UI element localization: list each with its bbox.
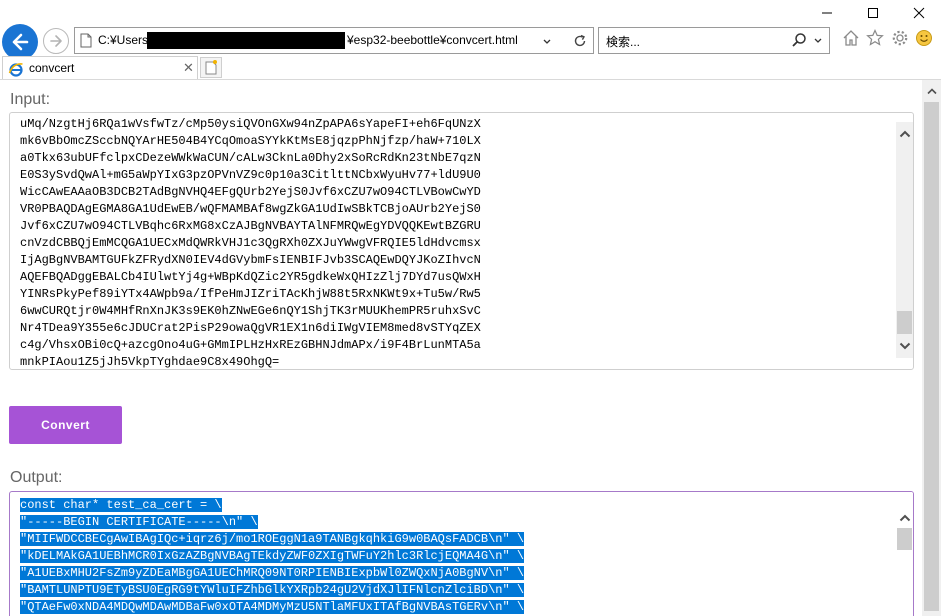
output-scrollbar[interactable] bbox=[896, 492, 913, 616]
output-textarea[interactable]: const char* test_ca_cert = \ "-----BEGIN … bbox=[9, 491, 914, 616]
scroll-up-arrow[interactable] bbox=[896, 509, 913, 526]
tab-bar: convcert ✕ bbox=[0, 56, 941, 80]
input-line: a0Tkx63ubUFfclpxCDezeWWkWaCUN/cALw3CknLa… bbox=[20, 151, 481, 165]
chevron-down-icon bbox=[899, 342, 910, 349]
settings-gear-icon[interactable] bbox=[891, 29, 909, 47]
input-line: cnVzdCBBQjEmMCQGA1UECxMdQWRkVHJ1c3QgRXh0… bbox=[20, 236, 481, 250]
input-scrollbar[interactable] bbox=[896, 122, 913, 358]
window-titlebar bbox=[0, 0, 941, 26]
chevron-down-icon bbox=[543, 39, 551, 44]
new-tab-icon bbox=[205, 60, 217, 75]
address-dropdown-button[interactable] bbox=[538, 31, 556, 51]
redacted-username bbox=[147, 32, 345, 49]
input-line: 6wwCURQtjr0W4MHfRnXnJK3s9EK0hZNwEGe6nQY1… bbox=[20, 304, 481, 318]
scroll-up-arrow[interactable] bbox=[896, 125, 913, 142]
back-arrow-icon bbox=[12, 33, 29, 51]
convert-button[interactable]: Convert bbox=[9, 406, 122, 444]
favorites-star-icon[interactable] bbox=[866, 29, 884, 47]
input-textarea[interactable]: uMq/NzgtHj6RQa1wVsfwTz/cMp50ysiQVOnGXw94… bbox=[9, 112, 914, 370]
address-bar[interactable]: C:¥Users¥ ¥esp32-beebottle¥convcert.html bbox=[74, 27, 594, 54]
address-suffix: ¥esp32-beebottle¥convcert.html bbox=[347, 33, 518, 47]
input-line: c4g/VhsxOBi0cQ+azcgOno4uG+GMmIPLHzHxREzG… bbox=[20, 338, 481, 352]
minimize-button[interactable] bbox=[804, 0, 850, 26]
input-scroll-thumb[interactable] bbox=[897, 311, 912, 334]
input-line: VR0PBAQDAgEGMA8GA1UdEwEB/wQFMAMBAf8wgZkG… bbox=[20, 202, 481, 216]
scroll-down-arrow[interactable] bbox=[896, 337, 913, 354]
output-line: "-----BEGIN CERTIFICATE-----\n" \ bbox=[20, 515, 258, 529]
page-scroll-thumb[interactable] bbox=[924, 102, 939, 611]
output-line: "BAMTLUNPTU9ETyBSU0EgRG9tYWluIFZhbGlkYXR… bbox=[20, 583, 525, 597]
input-line: Jvf6xCZU7wO94CTLVBqhc6RxMG8xCzAJBgNVBAYT… bbox=[20, 219, 481, 233]
forward-button[interactable] bbox=[43, 28, 69, 54]
input-line: Nr4TDea9Y355e6cJDUCrat2PisP29owaQgVR1EX1… bbox=[20, 321, 481, 335]
navigation-bar: C:¥Users¥ ¥esp32-beebottle¥convcert.html… bbox=[0, 24, 941, 60]
chevron-up-icon bbox=[899, 514, 910, 521]
input-line: E0S3ySvdQwAl+mG5aWpYIxG3pzOPVnVZ9c0p10a3… bbox=[20, 168, 481, 182]
search-dropdown-icon[interactable] bbox=[813, 33, 823, 47]
page-scrollbar[interactable] bbox=[922, 80, 941, 616]
input-line: mnkPIAou1Z5jJh5VkpTYghdae9C8x49OhgQ= bbox=[20, 355, 280, 369]
close-window-button[interactable] bbox=[896, 0, 941, 26]
input-line: YINRsPkyPef89iYTx4AWpb9a/IfPeHmJIZriTAcK… bbox=[20, 287, 481, 301]
back-button[interactable] bbox=[2, 24, 38, 60]
home-icon[interactable] bbox=[842, 29, 860, 47]
page-content: Input: uMq/NzgtHj6RQa1wVsfwTz/cMp50ysiQV… bbox=[0, 80, 922, 616]
output-line: "A1UEBxMHU2FsZm9yZDEaMBgGA1UEChMRQ09NT0R… bbox=[20, 566, 525, 580]
output-line: const char* test_ca_cert = \ bbox=[20, 498, 222, 512]
input-text: uMq/NzgtHj6RQa1wVsfwTz/cMp50ysiQVOnGXw94… bbox=[20, 116, 481, 369]
input-line: AQEFBQADggEBALCb4IUlwtYj4g+WBpKdQZic2YR5… bbox=[20, 270, 481, 284]
output-line: "QTAeFw0xNDA4MDQwMDAwMDBaFw0xOTA4MDMyMzU… bbox=[20, 600, 525, 614]
output-line: "kDELMAkGA1UEBhMCR0IxGzAZBgNVBAgTEkdyZWF… bbox=[20, 549, 525, 563]
search-placeholder: 検索... bbox=[606, 35, 641, 49]
input-line: uMq/NzgtHj6RQa1wVsfwTz/cMp50ysiQVOnGXw94… bbox=[20, 117, 481, 131]
chevron-up-icon bbox=[899, 130, 910, 137]
output-label: Output: bbox=[10, 469, 63, 486]
input-line: WicCAwEAAaOB3DCB2TAdBgNVHQ4EFgQUrb2YejS0… bbox=[20, 185, 481, 199]
tab-title: convcert bbox=[29, 61, 75, 75]
maximize-icon bbox=[868, 8, 878, 18]
tab-convcert[interactable]: convcert ✕ bbox=[2, 56, 198, 79]
search-box[interactable]: 検索... bbox=[598, 27, 830, 54]
new-tab-button[interactable] bbox=[200, 57, 222, 78]
refresh-button[interactable] bbox=[571, 31, 589, 51]
ie-page-icon bbox=[8, 63, 23, 77]
tab-close-icon[interactable]: ✕ bbox=[183, 60, 194, 76]
input-line: IjAgBgNVBAMTGUFkZFRydXN0IEV4dGVybmFsIENB… bbox=[20, 253, 481, 267]
input-label: Input: bbox=[10, 91, 51, 108]
output-text: const char* test_ca_cert = \ "-----BEGIN … bbox=[20, 497, 525, 616]
maximize-button[interactable] bbox=[850, 0, 896, 26]
chevron-up-icon bbox=[926, 87, 937, 94]
forward-arrow-icon bbox=[50, 35, 62, 47]
page-scroll-up-arrow[interactable] bbox=[923, 82, 940, 99]
refresh-icon bbox=[574, 34, 586, 47]
output-scroll-thumb[interactable] bbox=[897, 528, 912, 550]
input-line: mk6vBbOmcZSccbNQYArHE504B4YCqOmoaSYYkKtM… bbox=[20, 134, 481, 148]
page-icon bbox=[80, 33, 92, 48]
minimize-icon bbox=[822, 12, 832, 14]
output-line: "MIIFWDCCBECgAwIBAgIQc+iqrz6j/mo1ROEggN1… bbox=[20, 532, 525, 546]
close-icon bbox=[913, 7, 925, 19]
search-icon[interactable] bbox=[791, 32, 807, 48]
feedback-smiley-icon[interactable] bbox=[915, 29, 933, 47]
